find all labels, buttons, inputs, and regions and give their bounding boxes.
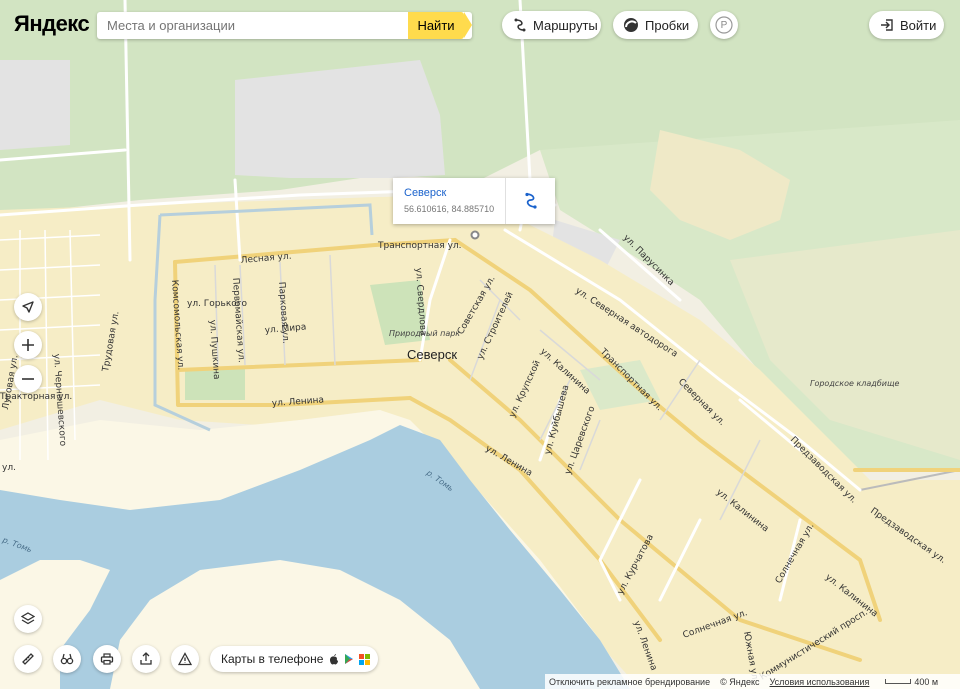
parking-letter: P <box>720 19 728 31</box>
popup-title[interactable]: Северск <box>404 187 446 199</box>
routes-label: Маршруты <box>533 17 598 33</box>
geolocation-button[interactable] <box>14 293 42 321</box>
ruler-icon <box>22 653 34 665</box>
binoculars-icon <box>60 653 74 665</box>
traffic-button[interactable]: Пробки <box>613 11 698 39</box>
street-label: ул. Горького <box>187 299 247 309</box>
panorama-button[interactable] <box>53 645 81 673</box>
terms-link[interactable]: Условия использования <box>770 677 870 687</box>
traffic-label: Пробки <box>645 17 690 33</box>
zoom-in-button[interactable] <box>14 331 42 359</box>
parking-button[interactable]: P <box>710 11 738 39</box>
warning-icon <box>178 652 192 666</box>
login-icon <box>881 19 893 31</box>
layers-button[interactable] <box>14 605 42 633</box>
zoom-out-button[interactable] <box>14 365 42 393</box>
plus-icon <box>22 339 34 351</box>
street-label: Транспортная ул. <box>377 241 462 251</box>
popup-coords[interactable]: 56.610616, 84.885710 <box>404 204 494 214</box>
scale-bar <box>885 679 912 684</box>
map-footer: Отключить рекламное брендирование © Янде… <box>545 674 960 689</box>
print-button[interactable] <box>93 645 121 673</box>
share-icon <box>140 652 152 665</box>
ruler-button[interactable] <box>14 645 42 673</box>
minus-icon <box>22 378 34 380</box>
phone-label: Карты в телефоне <box>221 652 324 666</box>
disable-branding-link[interactable]: Отключить рекламное брендирование <box>549 677 710 687</box>
street-label: ул. <box>2 463 16 473</box>
navigation-arrow-icon <box>22 301 34 313</box>
yandex-logo[interactable]: Яндекс <box>14 11 90 37</box>
map-scale[interactable]: 400 м <box>885 677 938 687</box>
location-popup: Северск 56.610616, 84.885710 <box>393 178 555 224</box>
search-box[interactable]: Найти <box>97 12 472 39</box>
search-button[interactable]: Найти <box>408 12 472 39</box>
share-button[interactable] <box>132 645 160 673</box>
route-icon <box>514 18 526 32</box>
store-icons <box>329 653 371 665</box>
city-label: Северск <box>407 347 457 362</box>
login-button[interactable]: Войти <box>869 11 944 39</box>
apple-icon[interactable] <box>329 653 339 665</box>
park-label: Природный парк <box>389 329 460 338</box>
map-canvas[interactable]: Северск Транспортная ул. Лесная ул. Перв… <box>0 0 960 689</box>
windows-icon[interactable] <box>359 653 371 665</box>
popup-route-button[interactable] <box>505 178 555 224</box>
mobile-apps-link[interactable]: Карты в телефоне <box>210 646 378 672</box>
printer-icon <box>100 653 114 665</box>
cemetery-label: Городское кладбище <box>810 379 899 388</box>
login-label: Войти <box>900 17 937 33</box>
google-play-icon[interactable] <box>344 653 354 665</box>
report-error-button[interactable] <box>171 645 199 673</box>
route-icon <box>524 192 537 209</box>
logo-text: Яндекс <box>14 11 90 36</box>
traffic-icon <box>624 18 638 32</box>
scale-label: 400 м <box>914 676 939 687</box>
copyright[interactable]: © Яндекс <box>720 677 759 687</box>
layers-icon <box>21 612 35 625</box>
search-input[interactable] <box>97 12 417 39</box>
routes-button[interactable]: Маршруты <box>502 11 601 39</box>
